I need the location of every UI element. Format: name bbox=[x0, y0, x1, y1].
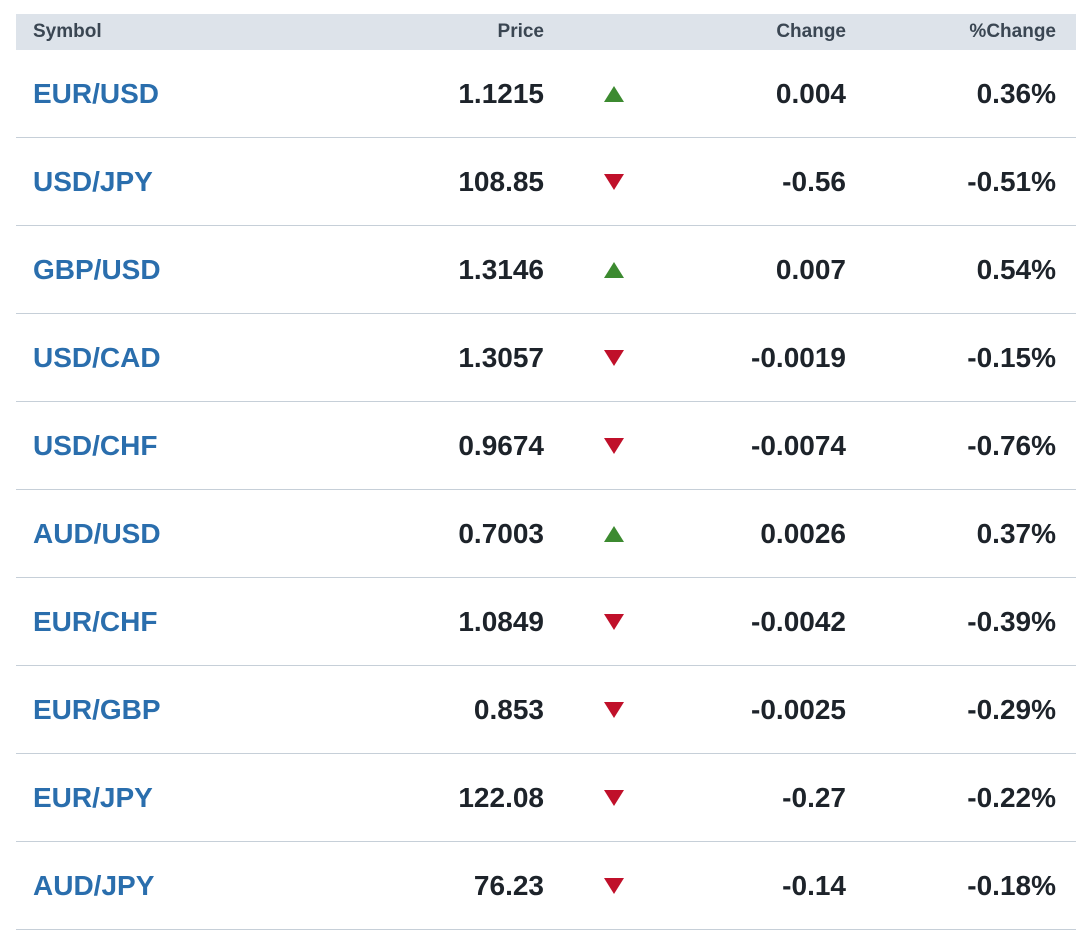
symbol-link[interactable]: GBP/USD bbox=[16, 254, 346, 286]
direction-cell bbox=[544, 173, 684, 191]
arrow-up-icon bbox=[604, 85, 624, 102]
header-change[interactable]: Change bbox=[684, 21, 846, 43]
symbol-link[interactable]: AUD/USD bbox=[16, 518, 346, 550]
change-value: -0.0025 bbox=[751, 693, 846, 725]
table-row[interactable]: USD/CHF 0.9674 -0.0074 -0.76% bbox=[16, 402, 1076, 490]
header-pct-change[interactable]: %Change bbox=[846, 21, 1056, 43]
direction-cell bbox=[544, 85, 684, 103]
header-price[interactable]: Price bbox=[346, 21, 544, 43]
direction-cell bbox=[544, 349, 684, 367]
arrow-up-icon bbox=[604, 261, 624, 278]
arrow-up-icon bbox=[604, 525, 624, 542]
symbol-link[interactable]: EUR/JPY bbox=[16, 782, 346, 814]
price-value: 1.3057 bbox=[458, 341, 544, 373]
change-value: 0.007 bbox=[775, 253, 846, 285]
change-value: -0.14 bbox=[782, 869, 846, 901]
table-header: Symbol Price Change %Change bbox=[16, 14, 1076, 50]
symbol-link[interactable]: USD/CHF bbox=[16, 430, 346, 462]
change-value: 0.0026 bbox=[760, 517, 846, 549]
price-value: 0.9674 bbox=[458, 429, 544, 461]
arrow-down-icon bbox=[604, 173, 624, 190]
table-body: EUR/USD 1.1215 0.004 0.36% USD/JPY 108.85 -0.5… bbox=[16, 50, 1076, 930]
price-value: 122.08 bbox=[458, 781, 544, 813]
price-value: 108.85 bbox=[458, 165, 544, 197]
change-value: -0.0042 bbox=[751, 605, 846, 637]
table-row[interactable]: EUR/GBP 0.853 -0.0025 -0.29% bbox=[16, 666, 1076, 754]
direction-cell bbox=[544, 877, 684, 895]
table-row[interactable]: GBP/USD 1.3146 0.007 0.54% bbox=[16, 226, 1076, 314]
table-row[interactable]: USD/JPY 108.85 -0.56 -0.51% bbox=[16, 138, 1076, 226]
direction-cell bbox=[544, 437, 684, 455]
direction-cell bbox=[544, 261, 684, 279]
pct-change-value: -0.29% bbox=[967, 693, 1056, 725]
arrow-down-icon bbox=[604, 789, 624, 806]
pct-change-value: 0.36% bbox=[976, 77, 1056, 109]
arrow-down-icon bbox=[604, 349, 624, 366]
table-row[interactable]: USD/CAD 1.3057 -0.0019 -0.15% bbox=[16, 314, 1076, 402]
table-row[interactable]: EUR/JPY 122.08 -0.27 -0.22% bbox=[16, 754, 1076, 842]
arrow-down-icon bbox=[604, 437, 624, 454]
price-value: 1.1215 bbox=[458, 77, 544, 109]
symbol-link[interactable]: EUR/USD bbox=[16, 78, 346, 110]
change-value: 0.004 bbox=[775, 77, 846, 109]
direction-cell bbox=[544, 701, 684, 719]
price-value: 0.853 bbox=[473, 693, 544, 725]
symbol-link[interactable]: USD/CAD bbox=[16, 342, 346, 374]
symbol-link[interactable]: EUR/GBP bbox=[16, 694, 346, 726]
table-row[interactable]: EUR/CHF 1.0849 -0.0042 -0.39% bbox=[16, 578, 1076, 666]
header-symbol[interactable]: Symbol bbox=[16, 21, 346, 43]
price-value: 1.0849 bbox=[458, 605, 544, 637]
pct-change-value: -0.18% bbox=[967, 869, 1056, 901]
arrow-down-icon bbox=[604, 877, 624, 894]
arrow-down-icon bbox=[604, 701, 624, 718]
change-value: -0.0074 bbox=[751, 429, 846, 461]
price-value: 76.23 bbox=[473, 869, 544, 901]
symbol-link[interactable]: USD/JPY bbox=[16, 166, 346, 198]
change-value: -0.27 bbox=[782, 781, 846, 813]
change-value: -0.0019 bbox=[751, 341, 846, 373]
direction-cell bbox=[544, 613, 684, 631]
symbol-link[interactable]: EUR/CHF bbox=[16, 606, 346, 638]
price-value: 1.3146 bbox=[458, 253, 544, 285]
table-row[interactable]: AUD/USD 0.7003 0.0026 0.37% bbox=[16, 490, 1076, 578]
price-value: 0.7003 bbox=[458, 517, 544, 549]
symbol-link[interactable]: AUD/JPY bbox=[16, 870, 346, 902]
table-row[interactable]: AUD/JPY 76.23 -0.14 -0.18% bbox=[16, 842, 1076, 930]
pct-change-value: -0.51% bbox=[967, 165, 1056, 197]
direction-cell bbox=[544, 525, 684, 543]
pct-change-value: -0.76% bbox=[967, 429, 1056, 461]
change-value: -0.56 bbox=[782, 165, 846, 197]
table-row[interactable]: EUR/USD 1.1215 0.004 0.36% bbox=[16, 50, 1076, 138]
currency-quote-table: Symbol Price Change %Change EUR/USD 1.121… bbox=[16, 14, 1076, 930]
pct-change-value: -0.22% bbox=[967, 781, 1056, 813]
pct-change-value: -0.39% bbox=[967, 605, 1056, 637]
direction-cell bbox=[544, 789, 684, 807]
pct-change-value: 0.37% bbox=[976, 517, 1056, 549]
pct-change-value: -0.15% bbox=[967, 341, 1056, 373]
pct-change-value: 0.54% bbox=[976, 253, 1056, 285]
arrow-down-icon bbox=[604, 613, 624, 630]
